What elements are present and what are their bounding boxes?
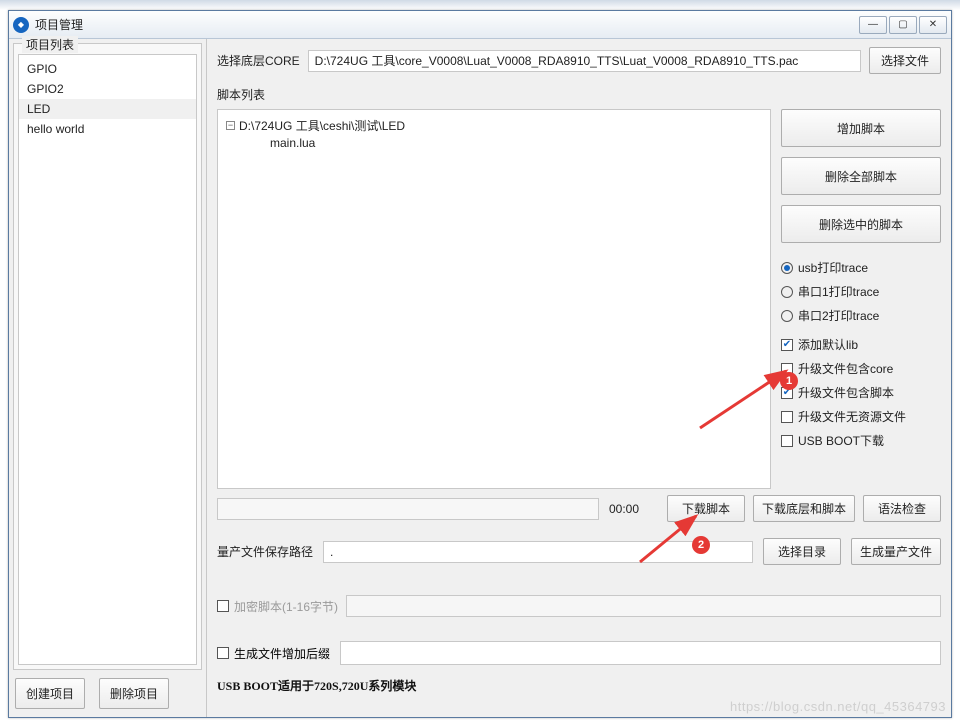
encrypt-checkbox[interactable]: 加密脚本(1-16字节): [217, 598, 338, 615]
project-item[interactable]: GPIO2: [19, 79, 196, 99]
radio-icon: [781, 310, 793, 322]
checkbox-icon: [781, 411, 793, 423]
suffix-label: 生成文件增加后缀: [234, 645, 330, 662]
download-script-button[interactable]: 下载脚本: [667, 495, 745, 522]
tree-root-label: D:\724UG 工具\ceshi\测试\LED: [239, 117, 405, 134]
scripts-label: 脚本列表: [217, 86, 941, 103]
checkbox-icon: [781, 387, 793, 399]
project-item[interactable]: LED: [19, 99, 196, 119]
checkbox-icon: [217, 600, 229, 612]
checkbox-icon: [781, 435, 793, 447]
masspath-field[interactable]: .: [323, 541, 753, 563]
encrypt-field[interactable]: [346, 595, 941, 617]
progress-bar: [217, 498, 599, 520]
close-button[interactable]: ✕: [919, 16, 947, 34]
checkbox-icon: [781, 363, 793, 375]
titlebar: ◆ 项目管理 — ▢ ✕: [9, 11, 951, 39]
radio-icon: [781, 262, 793, 274]
option-checkbox[interactable]: USB BOOT下载: [781, 432, 941, 449]
syntax-check-button[interactable]: 语法检查: [863, 495, 941, 522]
trace-radio-group: usb打印trace 串口1打印trace 串口2打印trace: [781, 259, 941, 324]
checkbox-icon: [781, 339, 793, 351]
option-checkbox[interactable]: 升级文件无资源文件: [781, 408, 941, 425]
checkbox-label: 升级文件包含core: [798, 360, 893, 377]
collapse-icon[interactable]: −: [226, 121, 235, 130]
delete-selected-script-button[interactable]: 删除选中的脚本: [781, 205, 941, 243]
suffix-field[interactable]: [340, 641, 941, 665]
download-core-script-button[interactable]: 下载底层和脚本: [753, 495, 855, 522]
trace-radio[interactable]: 串口2打印trace: [781, 307, 941, 324]
delete-all-scripts-button[interactable]: 删除全部脚本: [781, 157, 941, 195]
tree-item[interactable]: main.lua: [226, 135, 762, 151]
project-list[interactable]: GPIOGPIO2LEDhello world: [18, 54, 197, 665]
project-list-legend: 项目列表: [22, 36, 78, 53]
option-checkbox[interactable]: 添加默认lib: [781, 336, 941, 353]
maximize-button[interactable]: ▢: [889, 16, 917, 34]
radio-label: 串口2打印trace: [798, 307, 879, 324]
option-checkbox[interactable]: 升级文件包含脚本: [781, 384, 941, 401]
script-side-buttons: 增加脚本 删除全部脚本 删除选中的脚本 usb打印trace 串口1打印trace…: [781, 109, 941, 489]
project-item[interactable]: hello world: [19, 119, 196, 139]
add-script-button[interactable]: 增加脚本: [781, 109, 941, 147]
core-label: 选择底层CORE: [217, 52, 300, 69]
masspath-label: 量产文件保存路径: [217, 543, 313, 560]
minimize-button[interactable]: —: [859, 16, 887, 34]
checkbox-label: USB BOOT下载: [798, 432, 884, 449]
checkbox-label: 添加默认lib: [798, 336, 858, 353]
project-item[interactable]: GPIO: [19, 59, 196, 79]
generate-mass-button[interactable]: 生成量产文件: [851, 538, 941, 565]
usb-boot-note: USB BOOT适用于720S,720U系列模块: [217, 671, 941, 696]
project-list-group: 项目列表 GPIOGPIO2LEDhello world: [13, 43, 202, 670]
core-path-field[interactable]: D:\724UG 工具\core_V0008\Luat_V0008_RDA891…: [308, 50, 861, 72]
window-controls: — ▢ ✕: [859, 16, 947, 34]
option-checkbox[interactable]: 升级文件包含core: [781, 360, 941, 377]
right-panel: 选择底层CORE D:\724UG 工具\core_V0008\Luat_V00…: [207, 39, 951, 717]
encrypt-label: 加密脚本(1-16字节): [234, 598, 338, 615]
tree-root[interactable]: − D:\724UG 工具\ceshi\测试\LED: [226, 116, 762, 135]
radio-icon: [781, 286, 793, 298]
option-check-group: 添加默认lib 升级文件包含core 升级文件包含脚本升级文件无资源文件 USB BO…: [781, 336, 941, 449]
choose-dir-button[interactable]: 选择目录: [763, 538, 841, 565]
app-icon: ◆: [13, 17, 29, 33]
tree-item-label: main.lua: [270, 136, 315, 150]
progress-timer: 00:00: [609, 502, 657, 516]
script-tree[interactable]: − D:\724UG 工具\ceshi\测试\LED main.lua: [217, 109, 771, 489]
app-window: ◆ 项目管理 — ▢ ✕ 项目列表 GPIOGPIO2LEDhello worl…: [8, 10, 952, 718]
checkbox-label: 升级文件无资源文件: [798, 408, 906, 425]
delete-project-button[interactable]: 删除项目: [99, 678, 169, 709]
trace-radio[interactable]: usb打印trace: [781, 259, 941, 276]
window-title: 项目管理: [35, 16, 83, 33]
checkbox-label: 升级文件包含脚本: [798, 384, 894, 401]
suffix-checkbox[interactable]: 生成文件增加后缀: [217, 645, 330, 662]
create-project-button[interactable]: 创建项目: [15, 678, 85, 709]
checkbox-icon: [217, 647, 229, 659]
choose-core-button[interactable]: 选择文件: [869, 47, 941, 74]
left-panel: 项目列表 GPIOGPIO2LEDhello world 创建项目 删除项目: [9, 39, 207, 717]
radio-label: 串口1打印trace: [798, 283, 879, 300]
trace-radio[interactable]: 串口1打印trace: [781, 283, 941, 300]
radio-label: usb打印trace: [798, 259, 868, 276]
